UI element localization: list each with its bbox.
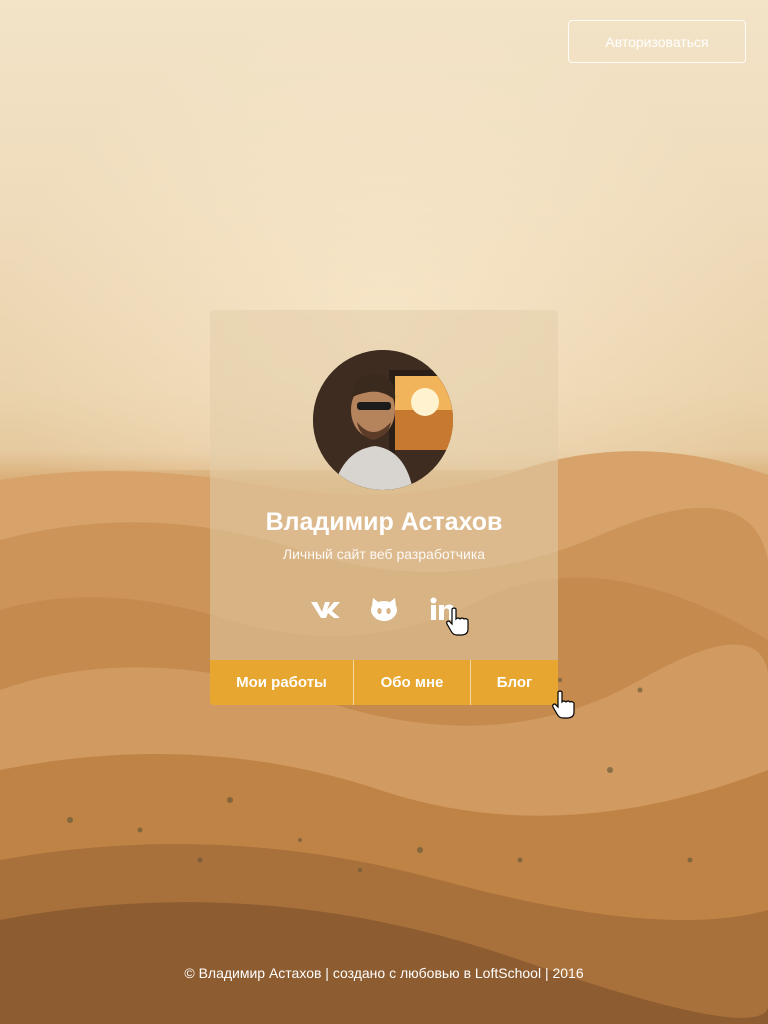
linkedin-icon[interactable] [426, 593, 458, 625]
social-links [210, 592, 558, 626]
profile-subtitle: Личный сайт веб разработчика [282, 546, 486, 562]
profile-card: Владимир Астахов Личный сайт веб разрабо… [210, 310, 558, 705]
profile-name: Владимир Астахов [265, 508, 503, 536]
avatar [313, 350, 453, 490]
nav-my-works[interactable]: Мои работы [210, 660, 353, 705]
github-icon[interactable] [368, 593, 400, 625]
nav-blog[interactable]: Блог [470, 660, 558, 705]
vk-icon[interactable] [310, 593, 342, 625]
avatar-photo [313, 350, 453, 490]
page-background: Авторизоваться Владимир Астахов Личный с… [0, 0, 768, 1024]
nav-about-me[interactable]: Обо мне [353, 660, 470, 705]
main-navigation: Мои работы Обо мне Блог [210, 660, 558, 705]
footer-copyright: © Владимир Астахов | создано с любовью в… [184, 965, 584, 981]
login-button[interactable]: Авторизоваться [568, 20, 746, 63]
